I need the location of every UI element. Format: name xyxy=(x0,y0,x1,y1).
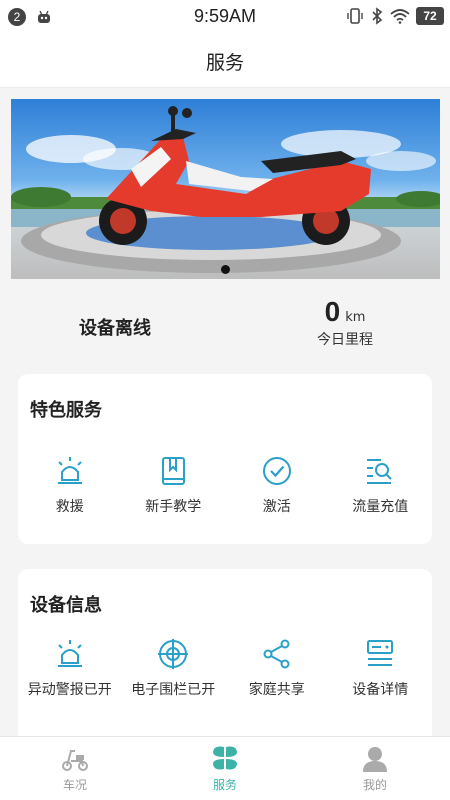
info-label: 电子围栏已开 xyxy=(131,682,216,698)
device-status-text: 设备离线 xyxy=(79,318,151,339)
search-list-icon xyxy=(367,459,392,484)
tab-profile[interactable]: 我的 xyxy=(300,737,450,800)
info-geofence[interactable]: 电子围栏已开 xyxy=(122,637,226,699)
info-label: 家庭共享 xyxy=(248,682,305,698)
banner-carousel[interactable] xyxy=(11,99,440,279)
status-bar: 2 9:59AM 72 xyxy=(0,0,450,34)
service-tutorial[interactable]: 新手教学 xyxy=(122,454,226,516)
check-circle-icon xyxy=(262,457,291,485)
share-icon xyxy=(263,639,290,669)
tab-label: 车况 xyxy=(62,778,87,792)
page-header: 服务 xyxy=(0,34,450,88)
bottom-tab-bar: 车况 服务 我的 xyxy=(0,736,450,800)
scooter-icon xyxy=(62,750,88,771)
mileage-label: 今日里程 xyxy=(317,332,373,348)
page-title: 服务 xyxy=(205,53,244,74)
info-motion-alarm[interactable]: 异动警报已开 xyxy=(18,637,122,699)
featured-services-title: 特色服务 xyxy=(30,400,102,421)
battery-indicator: 72 xyxy=(416,7,444,25)
bluetooth-icon xyxy=(372,7,383,25)
service-label: 救援 xyxy=(55,499,84,515)
mileage-unit: km xyxy=(345,310,366,325)
vibrate-icon xyxy=(347,8,363,24)
tab-services[interactable]: 服务 xyxy=(150,737,300,800)
info-label: 异动警报已开 xyxy=(27,682,112,698)
clover-icon xyxy=(213,746,237,770)
tab-label: 服务 xyxy=(212,778,237,792)
service-data-recharge[interactable]: 流量充值 xyxy=(329,454,433,516)
featured-services-card: 特色服务 救援 新手教学 激活 流量充值 xyxy=(18,374,432,544)
info-label: 设备详情 xyxy=(352,682,409,698)
book-icon xyxy=(162,457,186,485)
user-icon xyxy=(363,747,387,772)
today-mileage: 0 km 今日里程 xyxy=(300,296,390,349)
info-family-share[interactable]: 家庭共享 xyxy=(225,637,329,699)
service-label: 新手教学 xyxy=(145,499,202,515)
device-detail-icon xyxy=(367,640,394,666)
siren-icon xyxy=(57,457,82,484)
device-info-title: 设备信息 xyxy=(30,595,102,616)
service-label: 流量充值 xyxy=(352,499,409,515)
service-label: 激活 xyxy=(262,499,291,515)
info-device-detail[interactable]: 设备详情 xyxy=(329,637,433,699)
wifi-icon xyxy=(390,9,410,24)
carousel-dot-active[interactable] xyxy=(221,265,230,274)
scooter-image xyxy=(11,106,440,273)
target-icon xyxy=(158,639,189,669)
service-rescue[interactable]: 救援 xyxy=(18,454,122,516)
service-activate[interactable]: 激活 xyxy=(225,454,329,516)
device-status-row: 设备离线 0 km 今日里程 xyxy=(0,290,450,366)
tab-vehicle-status[interactable]: 车况 xyxy=(0,737,150,800)
tab-label: 我的 xyxy=(362,778,387,792)
mileage-value: 0 xyxy=(324,296,341,327)
alarm-icon xyxy=(57,640,82,667)
